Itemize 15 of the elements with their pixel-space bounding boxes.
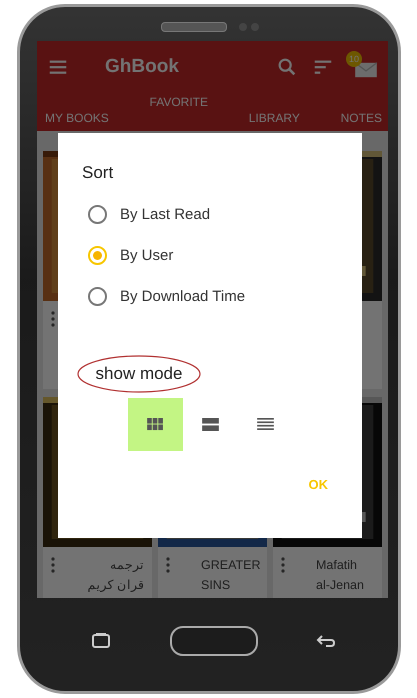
book-title: ترجمه قران كريم (86, 557, 144, 594)
dialog-title: Sort (82, 163, 114, 183)
radio-option[interactable]: By User (88, 246, 342, 265)
book-title: GREATER SINS (201, 557, 259, 594)
tab[interactable]: LIBRARY (248, 111, 300, 131)
book-title: Mafatih al-Jenan (316, 557, 365, 594)
radio-option[interactable]: By Download Time (88, 287, 342, 306)
section-label: show mode (96, 364, 182, 384)
notification-badge: 10 (346, 51, 362, 67)
tab[interactable]: NOTES (340, 111, 382, 131)
tab[interactable]: MY BOOKS (45, 111, 109, 131)
app-title: GhBook (105, 56, 179, 78)
ok-button[interactable]: OK (294, 471, 342, 498)
tab[interactable]: FAVORITE (150, 93, 208, 115)
radio-option[interactable]: By Last Read (88, 205, 342, 224)
